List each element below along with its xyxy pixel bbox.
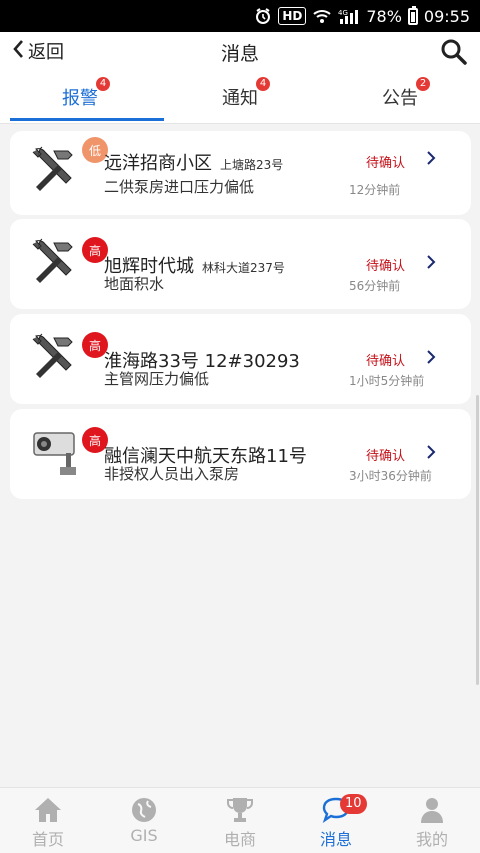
alarm-card[interactable]: 高 旭辉时代城 林科大道237号 地面积水 待确认 56分钟前 [10, 219, 471, 309]
home-icon [35, 798, 61, 822]
tab-badge: 4 [96, 76, 110, 91]
alarm-description: 地面积水 [104, 275, 165, 293]
alarm-status: 待确认 [366, 156, 406, 171]
chevron-right-icon [426, 254, 436, 275]
trophy-icon [227, 798, 253, 822]
alarm-card[interactable]: 高 融信澜天中航天东路11号 非授权人员出入泵房 待确认 3小时36分钟前 [10, 409, 471, 499]
site-name: 远洋招商小区 [104, 153, 212, 174]
alarm-description: 非授权人员出入泵房 [104, 465, 240, 483]
tab-badge: 2 [416, 76, 430, 91]
alarm-time: 12分钟前 [349, 183, 401, 197]
tab-label: 通知 [222, 87, 258, 109]
alarm-time: 3小时36分钟前 [349, 469, 432, 483]
status-bar: HD 4G 78% 09:55 [0, 0, 480, 32]
battery-percent: 78% [366, 6, 402, 26]
tab-announcements[interactable]: 公告 2 [320, 70, 480, 123]
clock: 09:55 [423, 6, 470, 26]
nav-shop[interactable]: 电商 [192, 788, 288, 853]
nav-label: 消息 [319, 830, 352, 849]
tab-bar: 报警 4 通知 4 公告 2 [0, 70, 480, 124]
page-title: 消息 [220, 43, 259, 65]
alarm-time: 1小时5分钟前 [349, 374, 425, 388]
site-address: 林科大道237号 [202, 261, 285, 275]
alarm-clock-icon [254, 7, 272, 25]
tab-notices[interactable]: 通知 4 [160, 70, 320, 123]
chevron-right-icon [426, 150, 436, 171]
wifi-icon [312, 8, 332, 24]
alarm-description: 主管网压力偏低 [104, 370, 210, 388]
wrench-hammer-icon [30, 141, 82, 193]
tab-active-indicator [10, 118, 164, 121]
battery-icon [407, 5, 418, 25]
chevron-right-icon [426, 444, 436, 465]
bottom-navigation: 首页 GIS 电商 消息 10 我的 [0, 787, 480, 853]
chevron-right-icon [426, 349, 436, 370]
alarm-status: 待确认 [366, 354, 406, 369]
alarm-status: 待确认 [366, 259, 406, 274]
alarm-description: 二供泵房进口压力偏低 [104, 178, 255, 196]
nav-profile[interactable]: 我的 [384, 788, 480, 853]
search-icon[interactable] [440, 38, 468, 66]
tab-badge: 4 [256, 76, 270, 91]
nav-messages[interactable]: 消息 10 [288, 788, 384, 853]
alarm-status: 待确认 [366, 449, 406, 464]
nav-label: 我的 [415, 830, 448, 849]
wrench-hammer-icon [30, 233, 82, 285]
wrench-hammer-icon [30, 328, 82, 380]
alarm-time: 56分钟前 [349, 279, 401, 293]
alarm-card[interactable]: 低 远洋招商小区 上塘路23号 二供泵房进口压力偏低 待确认 12分钟前 [10, 131, 471, 215]
nav-home[interactable]: 首页 [0, 788, 96, 853]
nav-label: 首页 [31, 830, 64, 849]
nav-label: 电商 [223, 830, 256, 849]
alarm-title: 远洋招商小区 上塘路23号 [104, 149, 283, 175]
tab-label: 报警 [62, 87, 98, 109]
signal-icon: 4G [338, 8, 360, 24]
svg-text:4G: 4G [338, 9, 348, 17]
app-header: 返回 消息 [0, 32, 480, 70]
hd-badge: HD [278, 7, 307, 25]
globe-icon [132, 798, 156, 822]
nav-label: GIS [130, 826, 158, 845]
tab-alarms[interactable]: 报警 4 [0, 70, 160, 123]
message-count-badge: 10 [340, 794, 367, 814]
site-address: 上塘路23号 [220, 158, 284, 172]
alarm-card[interactable]: 高 淮海路33号 12#30293 主管网压力偏低 待确认 1小时5分钟前 [10, 314, 471, 404]
scrollbar[interactable] [476, 395, 479, 685]
security-camera-icon [30, 427, 82, 479]
person-icon [421, 798, 443, 823]
nav-gis[interactable]: GIS [96, 788, 192, 853]
tab-label: 公告 [382, 87, 418, 109]
